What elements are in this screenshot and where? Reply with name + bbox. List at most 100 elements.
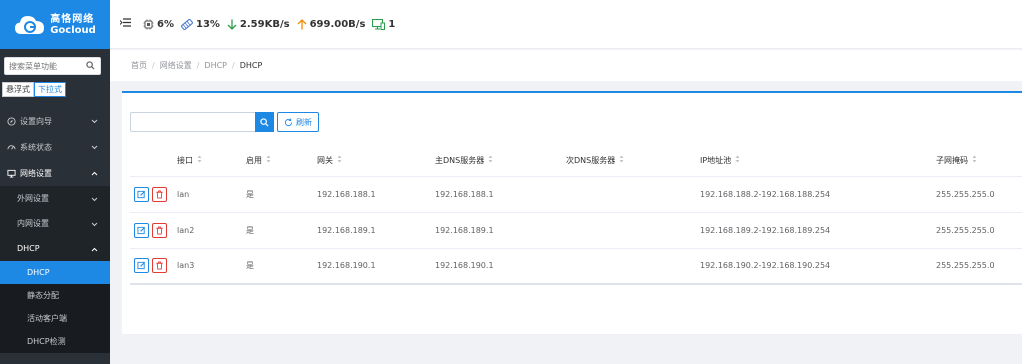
- sidebar-item-label: 内网设置: [17, 219, 49, 228]
- sidebar-item-setup-wizard[interactable]: 设置向导: [0, 108, 110, 134]
- breadcrumb-dhcp-group[interactable]: DHCP: [204, 61, 227, 70]
- sidebar-item-label: 网络设置: [20, 168, 52, 178]
- download-value: 2.59KB/s: [239, 18, 290, 30]
- menu-search-input[interactable]: [5, 59, 83, 73]
- trash-icon: [156, 225, 163, 235]
- sidebar-item-lan-settings[interactable]: 内网设置: [0, 211, 110, 236]
- header-interface[interactable]: 接口: [177, 145, 246, 177]
- sidebar-item-label: 系统状态: [20, 142, 52, 152]
- download-speed: 2.59KB/s: [227, 19, 290, 30]
- dhcp-panel: 刷新 接口 启用 网关 主DNS服务器 次DNS服务器 IP地址池 子网掩码 l…: [122, 91, 1022, 334]
- sort-icon[interactable]: [337, 155, 342, 165]
- breadcrumb-separator: /: [152, 61, 155, 70]
- sort-icon[interactable]: [972, 155, 977, 165]
- table-header-row: 接口 启用 网关 主DNS服务器 次DNS服务器 IP地址池 子网掩码: [130, 145, 1022, 177]
- edit-button[interactable]: [134, 186, 149, 202]
- table-row: lan2 是 192.168.189.1 192.168.189.1 192.1…: [130, 212, 1022, 249]
- cell-ip-pool: 192.168.189.2-192.168.189.254: [700, 212, 936, 249]
- delete-button[interactable]: [152, 222, 167, 238]
- refresh-icon: [284, 117, 293, 126]
- gauge-icon: [6, 142, 16, 152]
- delete-button[interactable]: [152, 258, 167, 274]
- brand-name-en: Gocloud: [50, 24, 96, 36]
- sidebar-item-label: DHCP: [17, 244, 40, 253]
- table-search-input[interactable]: [130, 112, 255, 132]
- cell-gateway: 192.168.189.1: [317, 212, 435, 249]
- sort-icon[interactable]: [619, 155, 624, 165]
- cell-subnet-mask: 255.255.255.0: [936, 176, 1022, 213]
- edit-button[interactable]: [134, 222, 149, 238]
- sidebar-menu: 设置向导 系统状态 网络设置 外网设置 内网设置 DHCP DHCP 静态分配 …: [0, 108, 110, 353]
- header-subnet-mask[interactable]: 子网掩码: [936, 145, 1022, 177]
- chevron-down-icon: [91, 220, 98, 229]
- sidebar-item-active-clients[interactable]: 活动客户端: [0, 307, 110, 330]
- sidebar-item-dhcp-detection[interactable]: DHCP检测: [0, 330, 110, 353]
- cell-secondary-dns: [566, 248, 700, 285]
- sort-icon[interactable]: [266, 155, 271, 165]
- cell-gateway: 192.168.190.1: [317, 248, 435, 285]
- row-actions: [130, 176, 177, 213]
- refresh-label: 刷新: [296, 117, 312, 127]
- edit-icon: [137, 190, 146, 198]
- menu-mode-switch: 悬浮式 下拉式: [2, 82, 66, 97]
- delete-button[interactable]: [152, 186, 167, 202]
- header-enabled[interactable]: 启用: [246, 145, 317, 177]
- sidebar-item-label: 设置向导: [20, 116, 52, 126]
- mode-dropdown-button[interactable]: 下拉式: [34, 82, 66, 97]
- cell-primary-dns: 192.168.190.1: [435, 248, 566, 285]
- sort-icon[interactable]: [197, 155, 202, 165]
- menu-search-box: [4, 57, 101, 75]
- trash-icon: [156, 261, 163, 270]
- sidebar-item-dhcp[interactable]: DHCP: [0, 261, 110, 284]
- dhcp-table: 接口 启用 网关 主DNS服务器 次DNS服务器 IP地址池 子网掩码 lan …: [130, 145, 1022, 285]
- cpu-usage: 6%: [143, 19, 174, 30]
- monitor-icon: [6, 168, 16, 178]
- cpu-icon: [143, 19, 154, 29]
- table-row: lan3 是 192.168.190.1 192.168.190.1 192.1…: [130, 248, 1022, 285]
- connected-clients: 1: [372, 18, 396, 30]
- cell-interface: lan: [177, 176, 246, 213]
- search-icon: [260, 117, 269, 127]
- sidebar-item-system-status[interactable]: 系统状态: [0, 134, 110, 160]
- sidebar-item-network-settings[interactable]: 网络设置: [0, 160, 110, 186]
- breadcrumb-home[interactable]: 首页: [131, 60, 147, 71]
- cell-ip-pool: 192.168.188.2-192.168.188.254: [700, 176, 936, 213]
- memory-value: 13%: [195, 18, 220, 30]
- header-primary-dns[interactable]: 主DNS服务器: [435, 145, 566, 177]
- menu-toggle-icon[interactable]: [119, 18, 131, 30]
- table-toolbar: 刷新: [130, 112, 319, 132]
- table-search-button[interactable]: [255, 112, 274, 132]
- breadcrumb-current: DHCP: [239, 61, 263, 70]
- chevron-up-icon: [91, 169, 98, 178]
- header-ip-pool[interactable]: IP地址池: [700, 145, 936, 177]
- cell-gateway: 192.168.188.1: [317, 176, 435, 213]
- sort-icon[interactable]: [735, 155, 740, 165]
- clients-value: 1: [388, 18, 396, 30]
- memory-usage: 13%: [181, 18, 220, 30]
- arrow-down-icon: [227, 19, 237, 30]
- mode-floating-button[interactable]: 悬浮式: [2, 82, 34, 97]
- brand-name-cn: 高恪网络: [50, 13, 95, 25]
- breadcrumb-network-settings[interactable]: 网络设置: [160, 60, 192, 71]
- header-secondary-dns[interactable]: 次DNS服务器: [566, 145, 700, 177]
- cell-interface: lan2: [177, 212, 246, 249]
- cell-ip-pool: 192.168.190.2-192.168.190.254: [700, 248, 936, 285]
- header-actions: [130, 145, 177, 177]
- arrow-up-icon: [297, 18, 307, 29]
- cloud-logo-icon: [14, 13, 46, 37]
- computer-icon: [372, 18, 386, 30]
- compass-icon: [6, 116, 16, 126]
- edit-button[interactable]: [134, 258, 149, 274]
- refresh-button[interactable]: 刷新: [277, 112, 319, 132]
- sidebar-item-wan-settings[interactable]: 外网设置: [0, 186, 110, 211]
- sidebar: 高恪网络 Gocloud 悬浮式 下拉式 设置向导 系统状态: [0, 0, 110, 364]
- sort-icon[interactable]: [488, 155, 493, 165]
- sidebar-item-dhcp-group[interactable]: DHCP: [0, 236, 110, 261]
- upload-speed: 699.00B/s: [297, 18, 365, 30]
- sidebar-item-static-allocation[interactable]: 静态分配: [0, 284, 110, 307]
- cpu-value: 6%: [157, 18, 174, 30]
- chevron-down-icon: [91, 117, 98, 126]
- row-actions: [130, 212, 177, 249]
- header-gateway[interactable]: 网关: [317, 145, 435, 177]
- search-icon[interactable]: [86, 61, 95, 73]
